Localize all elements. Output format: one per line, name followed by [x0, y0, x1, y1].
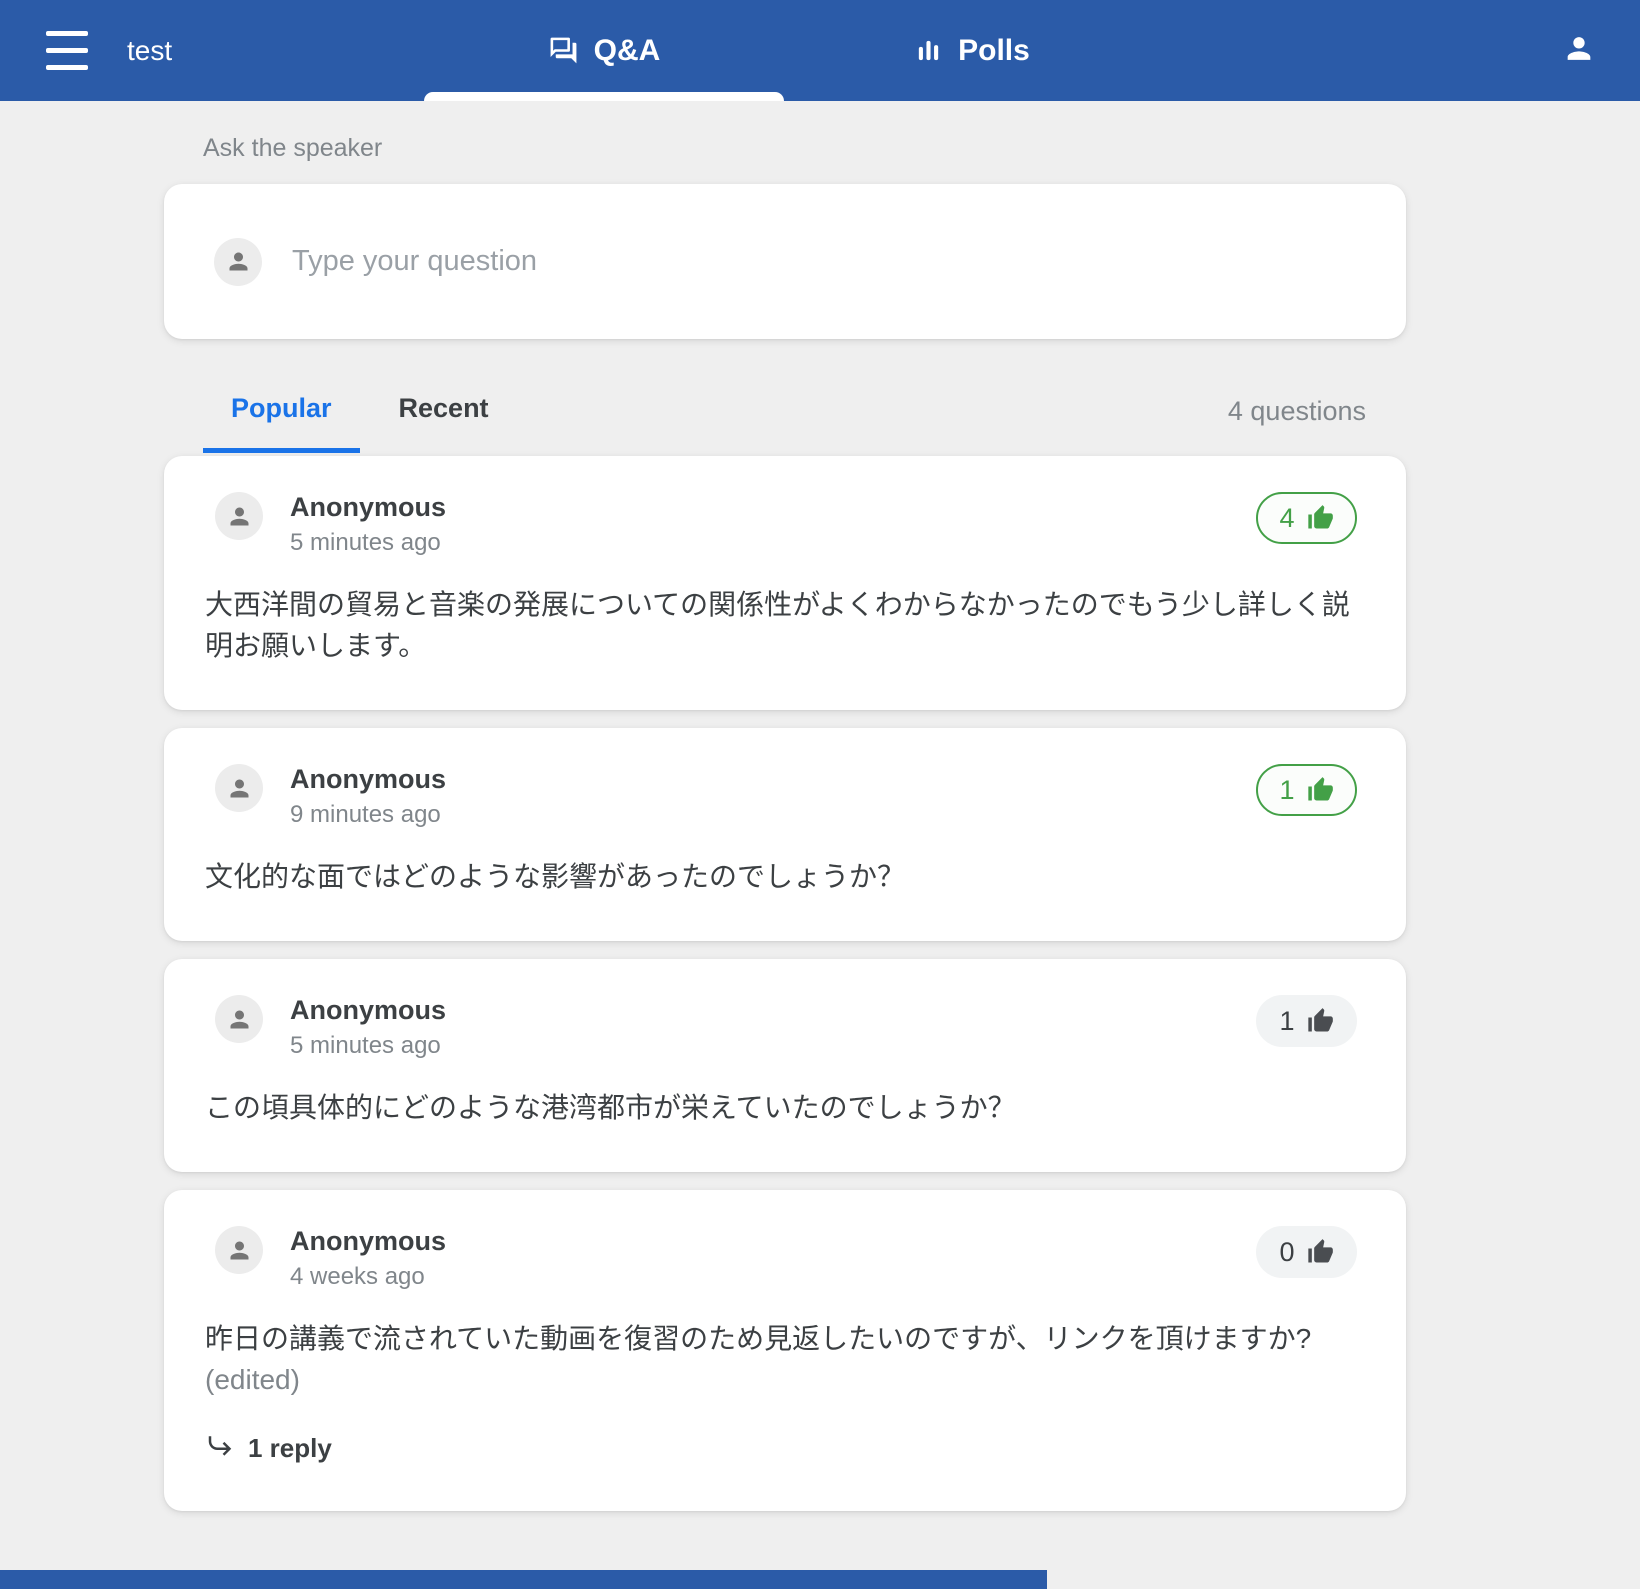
thumbs-up-icon	[1306, 504, 1334, 532]
tab-polls[interactable]: Polls	[788, 0, 1156, 101]
reply-toggle[interactable]: 1 reply	[205, 1430, 1357, 1467]
like-count: 0	[1279, 1237, 1294, 1268]
question-author: Anonymous	[290, 1226, 446, 1257]
reply-count-label: 1 reply	[248, 1433, 332, 1464]
question-card: Anonymous 5 minutes ago 1 この頃具体的にどのような港湾…	[164, 959, 1406, 1172]
question-card: Anonymous 9 minutes ago 1 文化的な面ではどのような影響…	[164, 728, 1406, 941]
like-button[interactable]: 4	[1256, 492, 1357, 544]
question-count: 4 questions	[1228, 396, 1406, 453]
question-text: 昨日の講義で流されていた動画を復習のため見返したいのですが、リンクを頂けますか?…	[205, 1318, 1357, 1400]
thumbs-up-icon	[1306, 1007, 1334, 1035]
question-author: Anonymous	[290, 492, 446, 523]
tab-recent[interactable]: Recent	[371, 369, 517, 453]
filter-row: Popular Recent 4 questions	[164, 369, 1406, 453]
event-title: test	[127, 35, 172, 67]
user-avatar-icon	[215, 995, 263, 1043]
tab-qa-label: Q&A	[594, 34, 661, 68]
like-count: 4	[1279, 503, 1294, 534]
question-author: Anonymous	[290, 764, 446, 795]
qa-page: Ask the speaker Popular Recent 4 questio…	[164, 101, 1406, 1511]
like-button[interactable]: 1	[1256, 995, 1357, 1047]
question-text: 大西洋間の貿易と音楽の発展についての関係性がよくわからなかったのでもう少し詳しく…	[205, 584, 1357, 666]
ask-the-speaker-label: Ask the speaker	[203, 101, 1406, 163]
user-avatar-icon	[215, 764, 263, 812]
tab-popular[interactable]: Popular	[203, 369, 360, 453]
question-time: 5 minutes ago	[290, 529, 446, 557]
like-button[interactable]: 1	[1256, 764, 1357, 816]
header-tabs: Q&A Polls	[420, 0, 1156, 101]
question-text: 文化的な面ではどのような影響があったのでしょうか？	[205, 856, 1357, 897]
like-count: 1	[1279, 1006, 1294, 1037]
like-count: 1	[1279, 775, 1294, 806]
active-tab-indicator	[424, 92, 784, 101]
question-card: Anonymous 4 weeks ago 0 昨日の講義で流されていた動画を復…	[164, 1190, 1406, 1511]
tab-polls-label: Polls	[958, 34, 1030, 68]
thumbs-up-icon	[1306, 776, 1334, 804]
user-avatar-icon	[215, 492, 263, 540]
menu-icon[interactable]	[46, 31, 88, 70]
user-avatar-icon	[214, 238, 262, 286]
question-input[interactable]	[292, 245, 1356, 278]
app-header: test Q&A Polls	[0, 0, 1640, 101]
question-time: 4 weeks ago	[290, 1263, 446, 1291]
question-card: Anonymous 5 minutes ago 4 大西洋間の貿易と音楽の発展に…	[164, 456, 1406, 710]
ask-question-card	[164, 184, 1406, 339]
polls-bars-icon	[914, 36, 943, 65]
user-avatar-icon	[215, 1226, 263, 1274]
thumbs-up-icon	[1306, 1238, 1334, 1266]
question-time: 9 minutes ago	[290, 801, 446, 829]
question-text-body: 昨日の講義で流されていた動画を復習のため見返したいのですが、リンクを頂けますか?	[205, 1323, 1311, 1354]
edited-label: (edited)	[205, 1359, 1357, 1400]
question-time: 5 minutes ago	[290, 1032, 446, 1060]
question-text: この頃具体的にどのような港湾都市が栄えていたのでしょうか？	[205, 1087, 1357, 1128]
reply-arrow-icon	[205, 1430, 235, 1467]
qa-bubbles-icon	[548, 35, 579, 66]
like-button[interactable]: 0	[1256, 1226, 1357, 1278]
question-author: Anonymous	[290, 995, 446, 1026]
bottom-bar	[0, 1570, 1047, 1589]
profile-icon[interactable]	[1562, 31, 1596, 70]
tab-qa[interactable]: Q&A	[420, 0, 788, 101]
